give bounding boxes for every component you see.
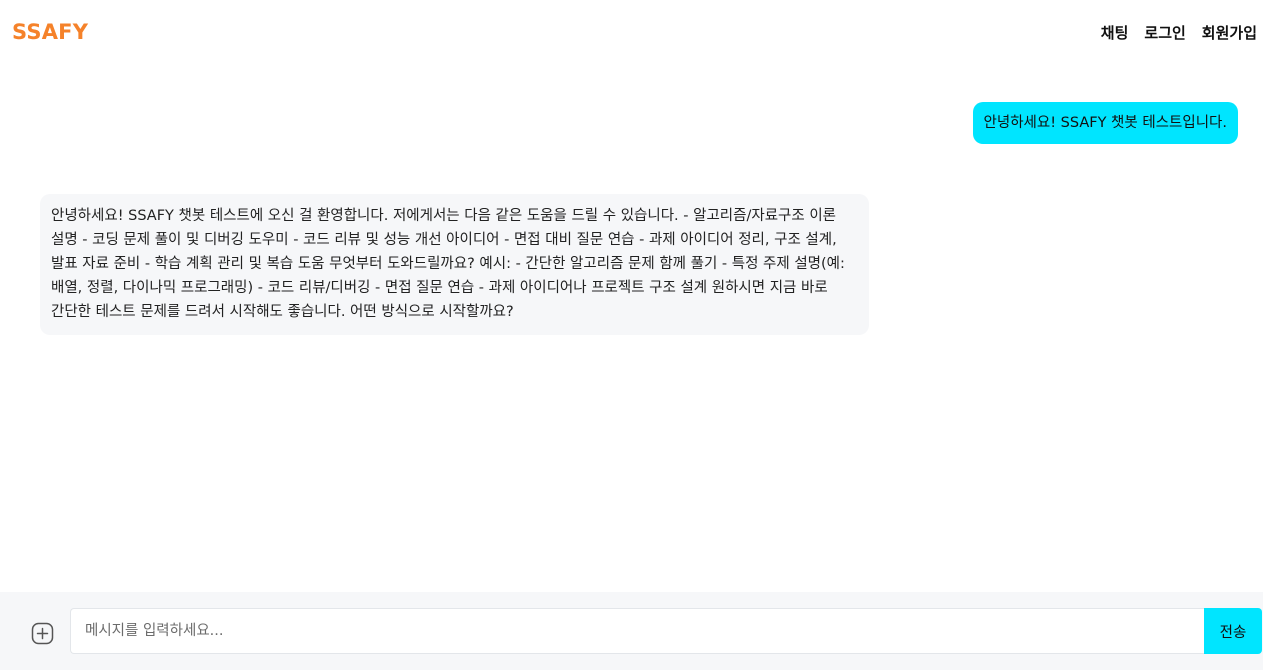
send-button[interactable]: 전송 — [1204, 608, 1262, 654]
plus-circle-icon[interactable] — [31, 622, 54, 645]
nav-login-link[interactable]: 로그인 — [1144, 22, 1185, 43]
bot-message-bubble: 안녕하세요! SSAFY 챗봇 테스트에 오신 걸 환영합니다. 저에게서는 다… — [40, 194, 869, 335]
user-message-bubble: 안녕하세요! SSAFY 챗봇 테스트입니다. — [972, 102, 1238, 144]
app-root: SSAFY 채팅 로그인 회원가입 안녕하세요! SSAFY 챗봇 테스트입니다… — [0, 0, 1263, 670]
top-header: SSAFY 채팅 로그인 회원가입 — [0, 0, 1263, 64]
main-nav: 채팅 로그인 회원가입 — [1101, 22, 1257, 43]
nav-signup-link[interactable]: 회원가입 — [1202, 22, 1257, 43]
chat-message-area[interactable]: 안녕하세요! SSAFY 챗봇 테스트입니다. 안녕하세요! SSAFY 챗봇 … — [0, 64, 1263, 592]
message-input[interactable] — [70, 608, 1205, 654]
message-composer: 전송 — [0, 592, 1263, 670]
brand-logo[interactable]: SSAFY — [12, 20, 88, 44]
nav-chat-link[interactable]: 채팅 — [1101, 22, 1129, 43]
